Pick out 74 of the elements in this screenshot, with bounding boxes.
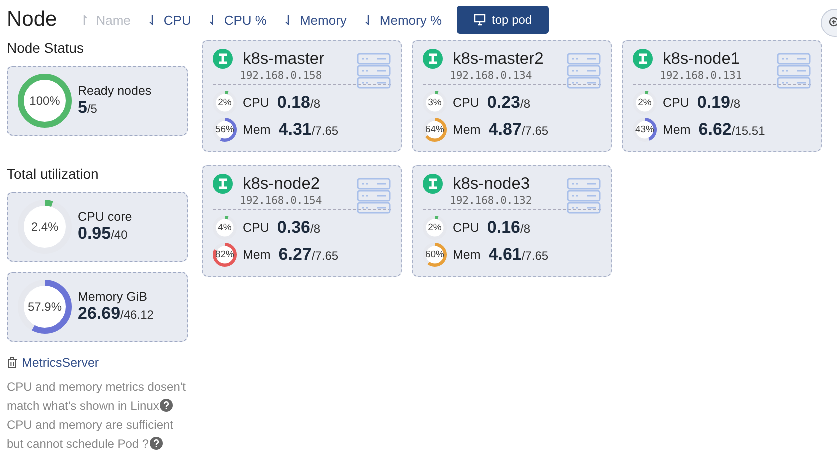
usage-percent: 2% xyxy=(638,98,652,108)
metric-value: 6.62/15.51 xyxy=(698,120,766,140)
usage-ring xyxy=(423,216,447,240)
metric-label: Mem xyxy=(453,122,481,136)
node-ip: 192.168.0.154 xyxy=(240,195,324,207)
usage-ring xyxy=(633,90,657,114)
node-name: k8s-node2 xyxy=(243,174,320,194)
metric-label: Mem xyxy=(453,248,481,262)
metric-value: 0.19/8 xyxy=(697,92,741,112)
server-icon xyxy=(777,53,811,89)
metric-label: Mem xyxy=(243,122,271,136)
metric-value: 6.27/7.65 xyxy=(278,244,339,264)
usage-percent: 2% xyxy=(428,222,442,232)
metric-value: 0.18/8 xyxy=(277,92,321,112)
metric-label: Mem xyxy=(663,122,691,136)
node-ip: 192.168.0.134 xyxy=(450,70,534,82)
metric-value: 4.87/7.65 xyxy=(488,120,549,140)
help-icon[interactable] xyxy=(160,399,174,412)
help-text: CPU and memory metrics dosen't match what's shown in Linux xyxy=(7,379,188,415)
metric-value: 0.16/8 xyxy=(487,218,531,238)
node-status-icon xyxy=(213,49,233,69)
usage-ring xyxy=(423,90,447,114)
node-status-icon xyxy=(213,174,233,194)
node-ip: 192.168.0.132 xyxy=(450,195,534,207)
usage-percent: 100% xyxy=(30,95,60,107)
server-icon xyxy=(357,178,391,214)
node-name: k8s-node1 xyxy=(663,50,740,68)
metric-label: CPU xyxy=(453,96,480,110)
usage-percent: 4% xyxy=(218,222,232,232)
usage-percent: 2.4% xyxy=(31,221,59,233)
gauge-value: 26.69/46.12 xyxy=(78,304,154,324)
metric-label: CPU xyxy=(663,96,690,110)
sort-option[interactable]: ⇃ Memory xyxy=(282,12,347,28)
usage-percent: 57.9% xyxy=(28,301,62,313)
section-heading: Total utilization xyxy=(7,166,100,182)
sort-option[interactable]: ⇃ CPU xyxy=(146,12,192,28)
gauge-label: CPU core xyxy=(78,210,132,224)
help-icon[interactable] xyxy=(150,437,164,450)
sort-option[interactable]: ⇃ Memory % xyxy=(362,12,442,28)
metric-value: 0.36/8 xyxy=(277,218,321,238)
help-text: CPU and memory are sufficient but cannot schedule Pod ? xyxy=(7,417,175,453)
node-name: k8s-master2 xyxy=(453,50,544,68)
sort-option[interactable]: ⇃ CPU % xyxy=(207,12,267,28)
gauge-label: Ready nodes xyxy=(78,84,152,98)
node-status-icon xyxy=(633,49,653,69)
gauge-value: 5/5 xyxy=(78,98,98,118)
node-status-icon xyxy=(423,49,443,69)
usage-ring xyxy=(213,216,237,240)
metric-value: 0.23/8 xyxy=(487,92,531,112)
screen-icon xyxy=(474,14,486,26)
usage-percent: 3% xyxy=(428,98,442,108)
metric-label: CPU xyxy=(453,220,480,234)
trash-icon xyxy=(7,357,18,369)
usage-ring xyxy=(213,90,237,114)
metric-label: CPU xyxy=(243,220,270,234)
gauge-label: Memory GiB xyxy=(78,290,148,304)
node-ip: 192.168.0.131 xyxy=(660,70,744,82)
server-icon xyxy=(357,53,391,89)
server-icon xyxy=(567,178,601,214)
server-icon xyxy=(567,53,601,89)
node-ip: 192.168.0.158 xyxy=(240,70,324,82)
section-heading: Node Status xyxy=(7,40,86,56)
metric-label: CPU xyxy=(243,96,270,110)
node-name: k8s-master xyxy=(243,50,325,68)
node-name: k8s-node3 xyxy=(453,174,530,194)
metrics-server-link[interactable]: MetricsServer xyxy=(7,356,188,370)
page-title: Node xyxy=(7,8,58,32)
top-pod-button[interactable]: top pod xyxy=(457,6,550,34)
metric-label: Mem xyxy=(243,248,271,262)
metric-value: 4.61/7.65 xyxy=(488,244,549,264)
usage-percent: 2% xyxy=(218,98,232,108)
metric-value: 4.31/7.65 xyxy=(278,120,339,140)
node-status-icon xyxy=(423,174,443,194)
gauge-value: 0.95/40 xyxy=(78,224,129,244)
